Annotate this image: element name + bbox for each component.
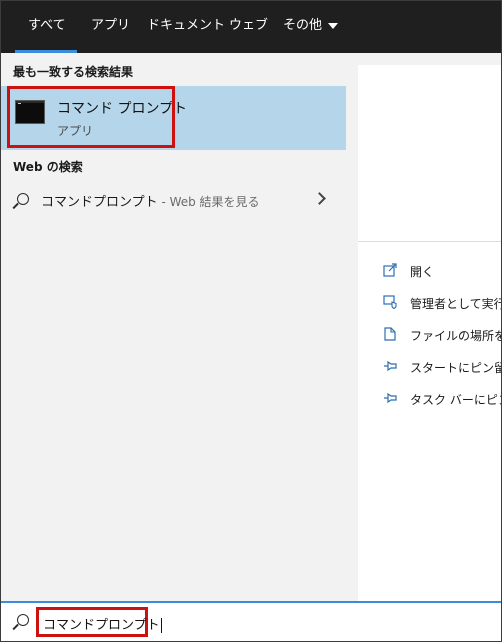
- tab-apps-label: アプリ: [91, 18, 131, 33]
- tab-bar: すべて アプリ ドキュメント ウェブ その他: [1, 1, 501, 53]
- web-search-query: コマンドプロンプト: [41, 195, 158, 210]
- text-cursor: [160, 618, 162, 633]
- web-search-heading: Web の検索: [13, 160, 83, 174]
- tab-documents[interactable]: ドキュメント: [147, 1, 225, 53]
- tab-all[interactable]: すべて: [15, 1, 77, 53]
- action-open[interactable]: 開く: [383, 261, 501, 281]
- tab-more[interactable]: その他: [283, 1, 339, 53]
- tab-all-label: すべて: [28, 18, 66, 33]
- action-open-label: 開く: [410, 265, 435, 279]
- search-query: コマンドプロンプト: [43, 618, 160, 633]
- run-as-admin-icon: [383, 295, 397, 309]
- search-window: すべて アプリ ドキュメント ウェブ その他 最も一致する検索結果 コマンド プ…: [0, 0, 502, 642]
- file-location-icon: [384, 327, 396, 341]
- chevron-right-icon[interactable]: [313, 192, 326, 205]
- action-open-file-location[interactable]: ファイルの場所を開く: [383, 325, 501, 345]
- action-pin-to-taskbar[interactable]: タスク バーにピン留めする: [383, 389, 501, 409]
- open-icon: [383, 263, 397, 277]
- pin-icon: [384, 392, 397, 404]
- details-divider: [358, 241, 501, 242]
- tab-apps[interactable]: アプリ: [91, 1, 130, 53]
- action-pin-to-start[interactable]: スタートにピン留めする: [383, 357, 501, 377]
- tab-more-label: その他: [283, 18, 323, 33]
- pin-icon: [384, 360, 397, 372]
- annotation-highlight-box: [7, 86, 175, 148]
- best-match-heading: 最も一致する検索結果: [13, 65, 134, 79]
- best-match-item[interactable]: コマンド プロンプト アプリ: [1, 86, 346, 150]
- search-icon: [17, 193, 29, 205]
- search-box[interactable]: コマンドプロンプト: [1, 601, 501, 641]
- action-run-as-admin[interactable]: 管理者として実行: [383, 293, 501, 313]
- action-open-file-location-label: ファイルの場所を開く: [410, 329, 501, 343]
- chevron-down-icon: [328, 22, 339, 29]
- search-input-text: コマンドプロンプト: [43, 614, 162, 633]
- web-search-item[interactable]: コマンドプロンプト - Web 結果を見る: [1, 185, 346, 215]
- web-search-suffix: - Web 結果を見る: [157, 195, 260, 209]
- tab-documents-label: ドキュメント: [147, 18, 226, 33]
- action-run-as-admin-label: 管理者として実行: [410, 297, 501, 311]
- web-search-text: コマンドプロンプト - Web 結果を見る: [41, 191, 260, 210]
- tab-web[interactable]: ウェブ: [229, 1, 268, 53]
- results-pane: 最も一致する検索結果 コマンド プロンプト アプリ Web の検索 コマンドプロ…: [1, 53, 346, 601]
- search-input[interactable]: コマンドプロンプト: [36, 607, 162, 637]
- search-icon: [17, 614, 29, 626]
- action-pin-to-taskbar-label: タスク バーにピン留めする: [410, 393, 501, 407]
- action-pin-to-start-label: スタートにピン留めする: [410, 361, 501, 375]
- tab-web-label: ウェブ: [229, 18, 269, 33]
